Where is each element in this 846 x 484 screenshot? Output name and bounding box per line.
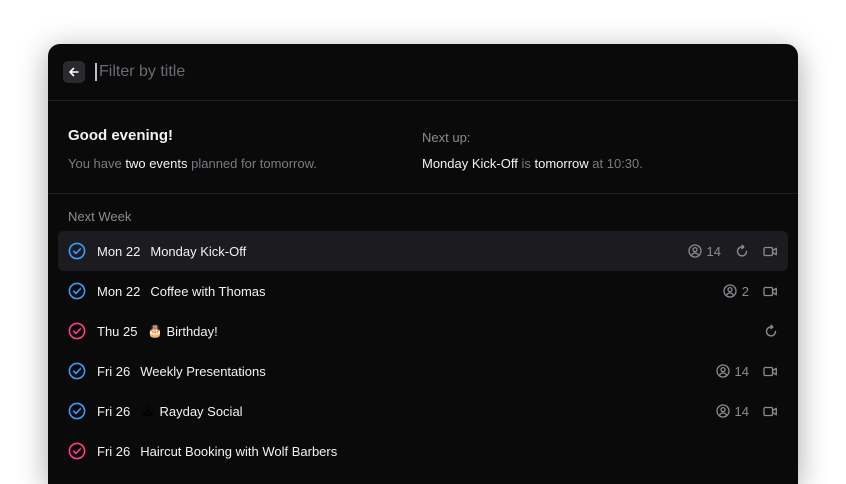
check-circle-icon[interactable] — [68, 242, 86, 260]
event-title: Birthday! — [166, 323, 218, 339]
event-list: Mon 22 Monday Kick-Off 14 Mon 22 Coffee with… — [58, 231, 788, 471]
event-date: Mon 22 — [97, 283, 141, 299]
event-date: Thu 25 — [97, 323, 138, 339]
event-meta: 2 — [723, 271, 778, 311]
attendee-count: 14 — [706, 243, 721, 259]
user-circle-icon — [715, 364, 730, 378]
filter-input[interactable] — [99, 63, 699, 81]
event-row[interactable]: Mon 22 Monday Kick-Off 14 — [58, 231, 788, 271]
event-row[interactable]: Mon 22 Coffee with Thomas 2 — [58, 271, 788, 311]
video-icon — [763, 366, 777, 376]
summary-panel: Good evening! You have two events planne… — [48, 101, 798, 194]
recurring-icon — [765, 324, 777, 337]
greeting-title: Good evening! — [68, 127, 173, 144]
attendees: 14 — [687, 243, 721, 259]
back-button[interactable] — [63, 61, 85, 83]
event-title: Rayday Social — [159, 403, 243, 419]
video-icon — [763, 406, 777, 416]
user-circle-icon — [723, 284, 737, 298]
event-emoji: 🕹 — [140, 404, 156, 418]
event-meta — [764, 311, 778, 351]
event-date: Fri 26 — [97, 403, 131, 419]
check-circle-icon[interactable] — [68, 362, 86, 380]
event-emoji: 🎂 — [147, 324, 163, 338]
attendees: 14 — [715, 363, 749, 379]
event-date: Fri 26 — [97, 363, 131, 379]
greeting-suffix: planned for tomorrow. — [187, 156, 317, 171]
greeting-prefix: You have — [68, 156, 126, 171]
event-meta: 14 — [687, 231, 778, 271]
arrow-left-icon — [69, 67, 79, 77]
event-title: Weekly Presentations — [140, 363, 266, 379]
recurring-icon — [736, 244, 748, 257]
next-up-text: Monday Kick-Off is tomorrow at 10:30. — [422, 156, 643, 171]
user-circle-icon — [687, 244, 702, 258]
event-row[interactable]: Fri 26 Weekly Presentations 14 — [58, 351, 788, 391]
attendees: 14 — [715, 403, 749, 419]
check-circle-icon[interactable] — [68, 322, 86, 340]
event-row[interactable]: Fri 26 Haircut Booking with Wolf Barbers — [58, 431, 788, 471]
user-circle-icon — [715, 404, 730, 418]
attendees: 2 — [723, 284, 749, 299]
attendee-count: 14 — [734, 403, 749, 419]
calendar-window: Good evening! You have two events planne… — [48, 44, 798, 484]
attendee-count: 2 — [741, 283, 749, 299]
check-circle-icon[interactable] — [68, 402, 86, 420]
event-row[interactable]: Fri 26 🕹 Rayday Social 14 — [58, 391, 788, 431]
event-count: two events — [125, 156, 188, 171]
event-meta: 14 — [715, 351, 778, 391]
event-title: Coffee with Thomas — [150, 283, 266, 299]
event-meta: 14 — [715, 391, 778, 431]
attendee-count: 14 — [734, 363, 749, 379]
event-date: Fri 26 — [97, 443, 131, 459]
next-up-label: Next up: — [422, 130, 471, 145]
next-event-title: Monday Kick-Off — [422, 156, 518, 171]
video-icon — [763, 286, 777, 296]
event-title: Haircut Booking with Wolf Barbers — [140, 443, 338, 459]
section-label: Next Week — [68, 209, 132, 224]
next-up-connector: is — [517, 156, 535, 171]
event-date: Mon 22 — [97, 243, 141, 259]
search-bar — [48, 44, 798, 101]
next-event-day: tomorrow — [534, 156, 589, 171]
text-cursor — [95, 63, 97, 81]
check-circle-icon[interactable] — [68, 282, 86, 300]
check-circle-icon[interactable] — [68, 442, 86, 460]
event-row[interactable]: Thu 25 🎂 Birthday! — [58, 311, 788, 351]
video-icon — [763, 246, 777, 256]
greeting-text: You have two events planned for tomorrow… — [68, 156, 317, 171]
event-title: Monday Kick-Off — [150, 243, 247, 259]
next-event-time: at 10:30. — [588, 156, 643, 171]
